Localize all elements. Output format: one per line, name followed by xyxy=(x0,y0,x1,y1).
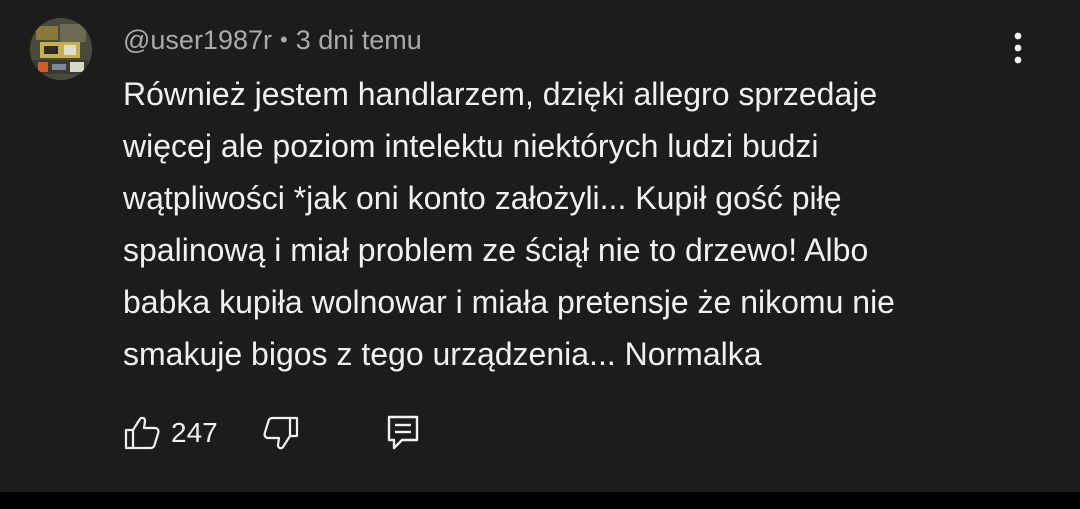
like-button[interactable]: 247 xyxy=(123,415,218,451)
avatar-image xyxy=(30,18,92,80)
dislike-button[interactable] xyxy=(262,415,300,451)
comment-text: Również jestem handlarzem, dzięki allegr… xyxy=(123,76,895,372)
more-options-button[interactable] xyxy=(1000,28,1036,68)
reply-button[interactable] xyxy=(386,414,420,452)
comment-actions: 247 xyxy=(123,408,420,458)
avatar[interactable] xyxy=(30,18,92,80)
comment-timestamp: 3 dni temu xyxy=(295,24,422,55)
like-count: 247 xyxy=(171,417,218,448)
more-vert-icon xyxy=(1014,32,1022,64)
meta-separator: • xyxy=(280,27,288,52)
comment-card: @user1987r • 3 dni temu Również jestem h… xyxy=(0,0,1080,492)
bottom-edge xyxy=(0,492,1080,509)
reply-comment-icon xyxy=(387,415,418,450)
thumb-down-icon xyxy=(263,416,298,450)
comment-meta: @user1987r • 3 dni temu xyxy=(123,24,422,56)
author-name[interactable]: @user1987r xyxy=(123,25,272,56)
thumb-up-icon xyxy=(124,416,160,450)
